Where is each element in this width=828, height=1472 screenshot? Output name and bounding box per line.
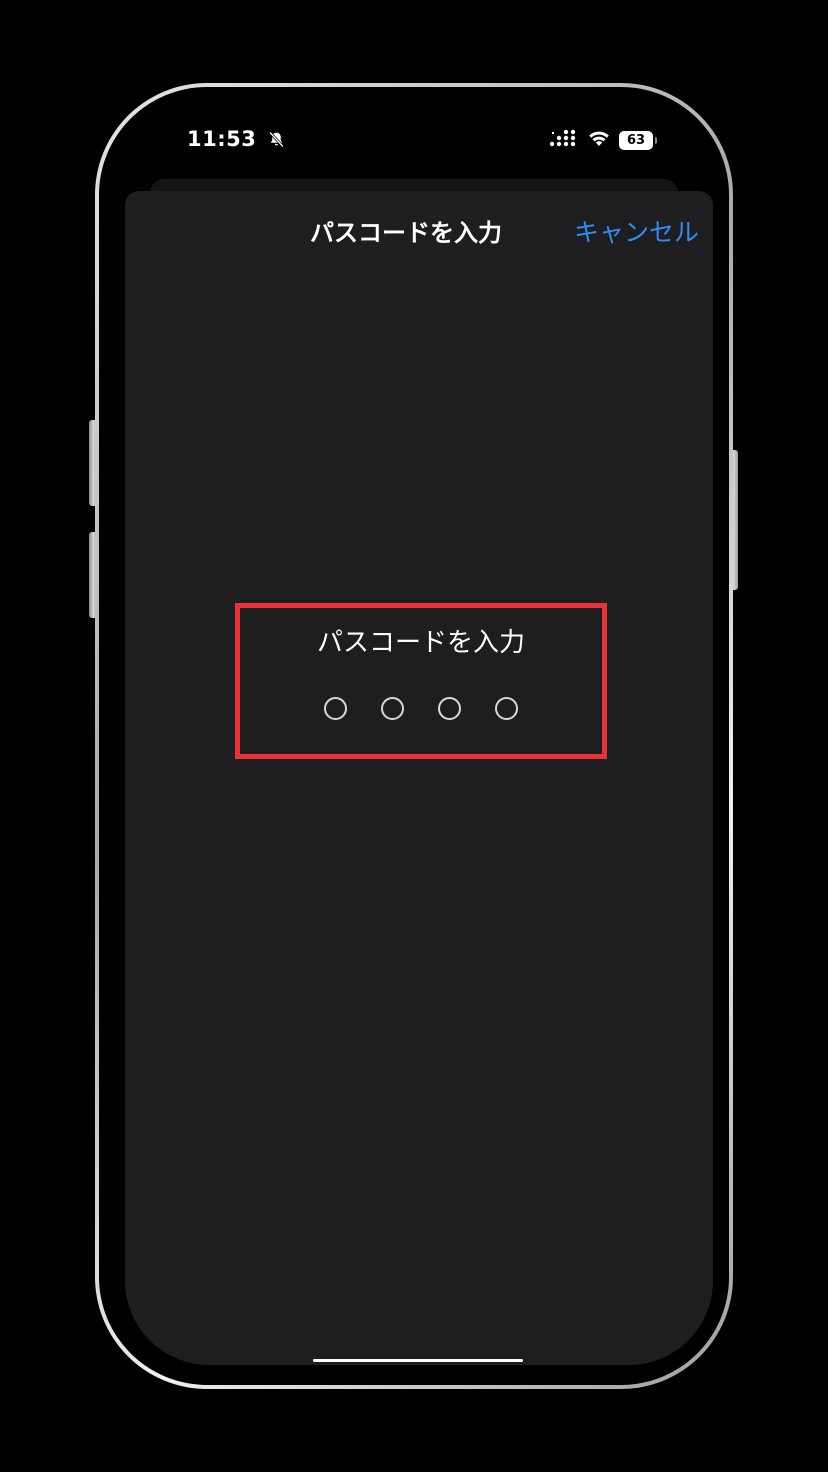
passcode-dots[interactable] (240, 697, 602, 720)
passcode-sheet: パスコードを入力 キャンセル パスコードを入力 (125, 191, 713, 1365)
battery-icon: 63 (619, 130, 657, 150)
passcode-digit-circle (324, 697, 347, 720)
passcode-digit-circle (381, 697, 404, 720)
home-indicator[interactable] (313, 1359, 523, 1362)
phone-screen: 11:53 63 パスコードを入力 キャンセル パスコードを入力 (105, 93, 723, 1379)
passcode-digit-circle (438, 697, 461, 720)
device-mockup: 11:53 63 パスコードを入力 キャンセル パスコードを入力 (0, 0, 828, 1472)
nav-title: パスコードを入力 (310, 219, 502, 247)
cancel-button[interactable]: キャンセル (574, 213, 699, 249)
cellular-signal-icon (549, 129, 579, 151)
passcode-prompt: パスコードを入力 (316, 628, 525, 658)
phone-frame: 11:53 63 パスコードを入力 キャンセル パスコードを入力 (95, 83, 733, 1389)
status-bar-indicators: 63 (549, 129, 657, 151)
bell-slash-icon (268, 129, 285, 153)
status-time-text: 11:53 (187, 127, 257, 151)
passcode-highlight-box: パスコードを入力 (235, 603, 607, 759)
wifi-icon (587, 129, 611, 151)
phone-bezel: 11:53 63 パスコードを入力 キャンセル パスコードを入力 (99, 87, 729, 1385)
status-bar-time: 11:53 (187, 127, 285, 153)
passcode-digit-circle (495, 697, 518, 720)
battery-level: 63 (626, 132, 646, 148)
